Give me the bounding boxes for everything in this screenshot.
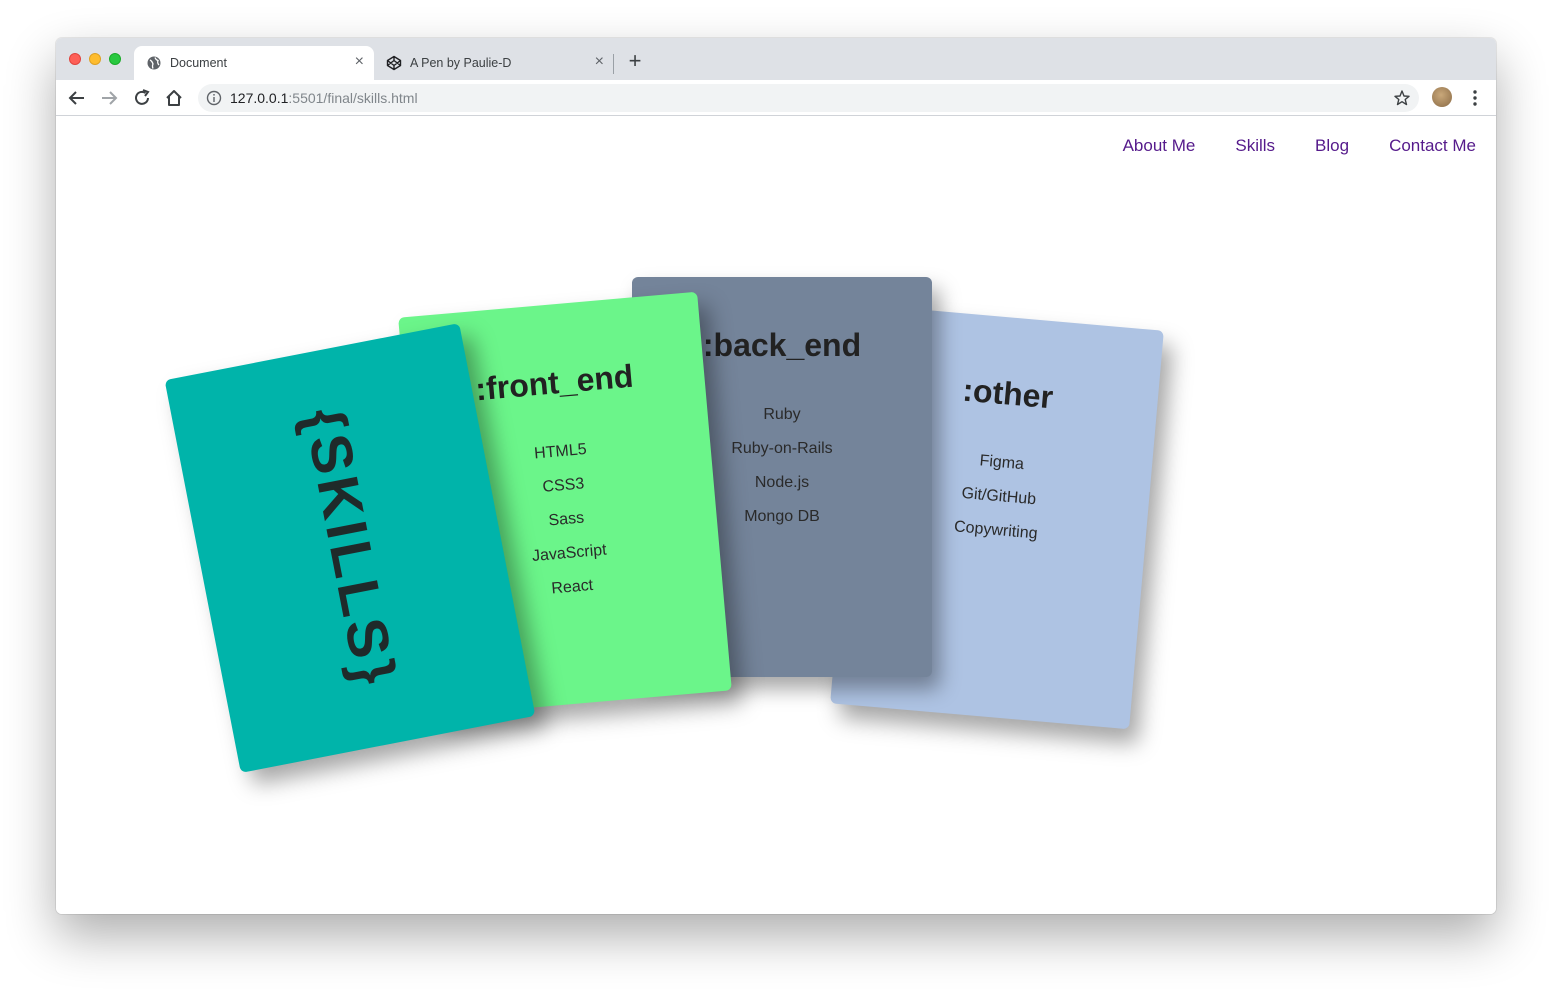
maximize-window-button[interactable] — [109, 53, 121, 65]
minimize-window-button[interactable] — [89, 53, 101, 65]
nav-link-about[interactable]: About Me — [1123, 136, 1196, 156]
tab-title: Document — [170, 56, 227, 70]
skills-heading: {SKILLS} — [291, 402, 409, 694]
url-text[interactable]: 127.0.0.1:5501/final/skills.html — [230, 90, 418, 106]
close-window-button[interactable] — [69, 53, 81, 65]
close-tab-icon[interactable]: × — [355, 53, 364, 71]
new-tab-button[interactable]: + — [624, 49, 646, 73]
main-nav: About Me Skills Blog Contact Me — [1123, 136, 1476, 156]
tab-title: A Pen by Paulie-D — [410, 56, 512, 70]
page-content: About Me Skills Blog Contact Me :other F… — [56, 117, 1496, 914]
browser-window: Document × A Pen by Paulie-D × + 127.0.0… — [56, 38, 1496, 914]
close-tab-icon[interactable]: × — [595, 53, 604, 71]
codepen-icon — [386, 55, 402, 71]
back-arrow-icon[interactable] — [66, 87, 88, 109]
address-bar[interactable]: 127.0.0.1:5501/final/skills.html — [198, 84, 1419, 112]
forward-arrow-icon[interactable] — [98, 87, 120, 109]
nav-link-skills[interactable]: Skills — [1235, 136, 1275, 156]
home-icon[interactable] — [163, 87, 185, 109]
tab-document[interactable]: Document × — [134, 46, 374, 80]
nav-link-blog[interactable]: Blog — [1315, 136, 1349, 156]
globe-icon — [147, 56, 161, 70]
url-host: 127.0.0.1 — [230, 90, 289, 106]
reload-icon[interactable] — [131, 87, 153, 109]
tab-separator — [613, 54, 614, 74]
tab-strip: Document × A Pen by Paulie-D × + — [56, 38, 1496, 80]
nav-link-contact[interactable]: Contact Me — [1389, 136, 1476, 156]
more-menu-icon[interactable] — [1466, 88, 1484, 108]
profile-avatar[interactable] — [1432, 87, 1452, 107]
info-icon[interactable] — [206, 90, 222, 106]
url-path: :5501/final/skills.html — [288, 90, 418, 106]
bookmark-star-icon[interactable] — [1393, 89, 1411, 107]
tab-codepen[interactable]: A Pen by Paulie-D × — [374, 46, 614, 80]
browser-toolbar: 127.0.0.1:5501/final/skills.html — [56, 80, 1496, 116]
